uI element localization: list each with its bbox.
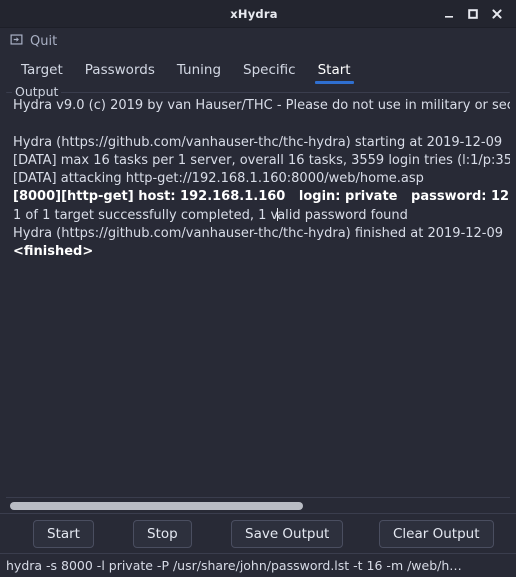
window-title: xHydra: [230, 6, 278, 21]
output-textarea[interactable]: Hydra v9.0 (c) 2019 by van Hauser/THC - …: [6, 93, 510, 497]
tab-specific[interactable]: Specific: [232, 63, 307, 85]
output-hscrollbar-thumb[interactable]: [10, 502, 303, 510]
tab-passwords[interactable]: Passwords: [74, 63, 166, 85]
exit-icon: [10, 33, 23, 50]
clear-output-button[interactable]: Clear Output: [379, 519, 494, 548]
tab-start[interactable]: Start: [307, 63, 362, 85]
output-line: Hydra (https://github.com/vanhauser-thc/…: [13, 134, 503, 150]
minimize-icon[interactable]: [438, 3, 460, 25]
output-group-label: Output: [12, 85, 62, 99]
button-bar: Start Stop Save Output Clear Output: [0, 513, 516, 553]
quit-label: Quit: [30, 34, 58, 49]
tab-tuning[interactable]: Tuning: [166, 63, 232, 85]
output-group: Output Hydra v9.0 (c) 2019 by van Hauser…: [6, 85, 510, 497]
output-line: 1 of 1 target successfully completed, 1 …: [13, 207, 408, 223]
output-line: [8000][http-get] host: 192.168.1.160 log…: [13, 189, 510, 205]
output-line: Hydra (https://github.com/vanhauser-thc/…: [13, 226, 504, 242]
command-line-preview: hydra -s 8000 -l private -P /usr/share/j…: [6, 558, 462, 573]
save-output-button[interactable]: Save Output: [231, 519, 344, 548]
menu-item-quit[interactable]: Quit: [10, 33, 57, 50]
output-hscrollbar[interactable]: [6, 497, 510, 513]
xhydra-window: xHydra Quit Target Passwords Tuning Spec…: [0, 0, 516, 577]
maximize-icon[interactable]: [462, 3, 484, 25]
tabbar: Target Passwords Tuning Specific Start: [0, 55, 516, 84]
close-icon[interactable]: [486, 3, 508, 25]
titlebar: xHydra: [0, 0, 516, 28]
output-line: <finished>: [13, 244, 94, 260]
window-controls: [438, 3, 516, 25]
statusbar: hydra -s 8000 -l private -P /usr/share/j…: [0, 553, 516, 577]
output-line: [DATA] attacking http-get://192.168.1.16…: [13, 171, 424, 187]
menubar: Quit: [0, 28, 516, 55]
start-button[interactable]: Start: [33, 519, 94, 548]
output-line: [DATA] max 16 tasks per 1 server, overal…: [13, 152, 510, 168]
text-caret: [277, 207, 279, 221]
output-line: Hydra v9.0 (c) 2019 by van Hauser/THC - …: [13, 98, 510, 113]
stop-button[interactable]: Stop: [133, 519, 192, 548]
tab-target[interactable]: Target: [10, 63, 74, 85]
